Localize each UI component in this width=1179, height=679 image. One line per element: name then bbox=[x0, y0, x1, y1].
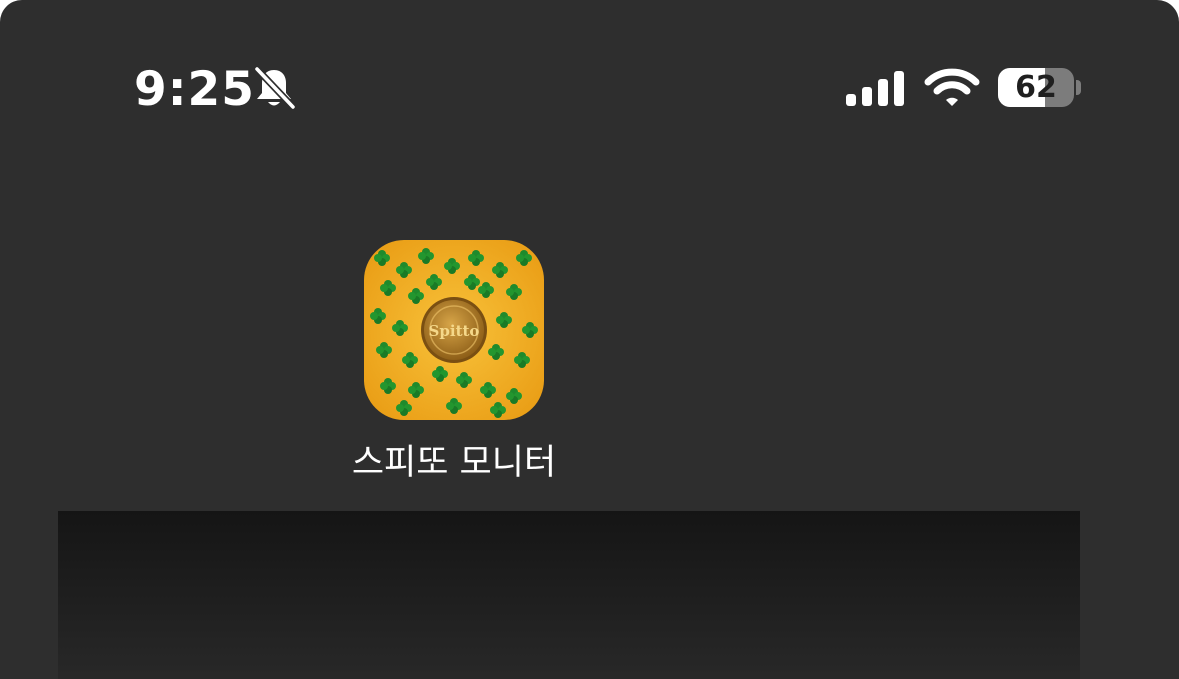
spitto-app-icon[interactable]: Spitto bbox=[364, 240, 544, 420]
cellular-signal-icon bbox=[846, 71, 904, 106]
app-spitto-monitor[interactable]: Spitto 스피또 모니터 bbox=[330, 238, 578, 488]
battery-cap bbox=[1076, 80, 1081, 95]
battery-icon: 62 bbox=[998, 68, 1074, 107]
app-label[interactable]: 스피또 모니터 bbox=[330, 434, 578, 485]
status-bar: 9:25 62 bbox=[0, 0, 1179, 180]
wifi-icon bbox=[924, 68, 980, 106]
svg-text:Spitto: Spitto bbox=[429, 322, 480, 340]
status-time: 9:25 bbox=[134, 62, 255, 117]
battery-level: 62 bbox=[1015, 70, 1057, 105]
bell-slash-icon bbox=[253, 65, 297, 111]
dark-widget-panel[interactable] bbox=[58, 511, 1080, 679]
home-screen: 9:25 62 Spitto 스피또 모니터 bbox=[0, 0, 1179, 679]
